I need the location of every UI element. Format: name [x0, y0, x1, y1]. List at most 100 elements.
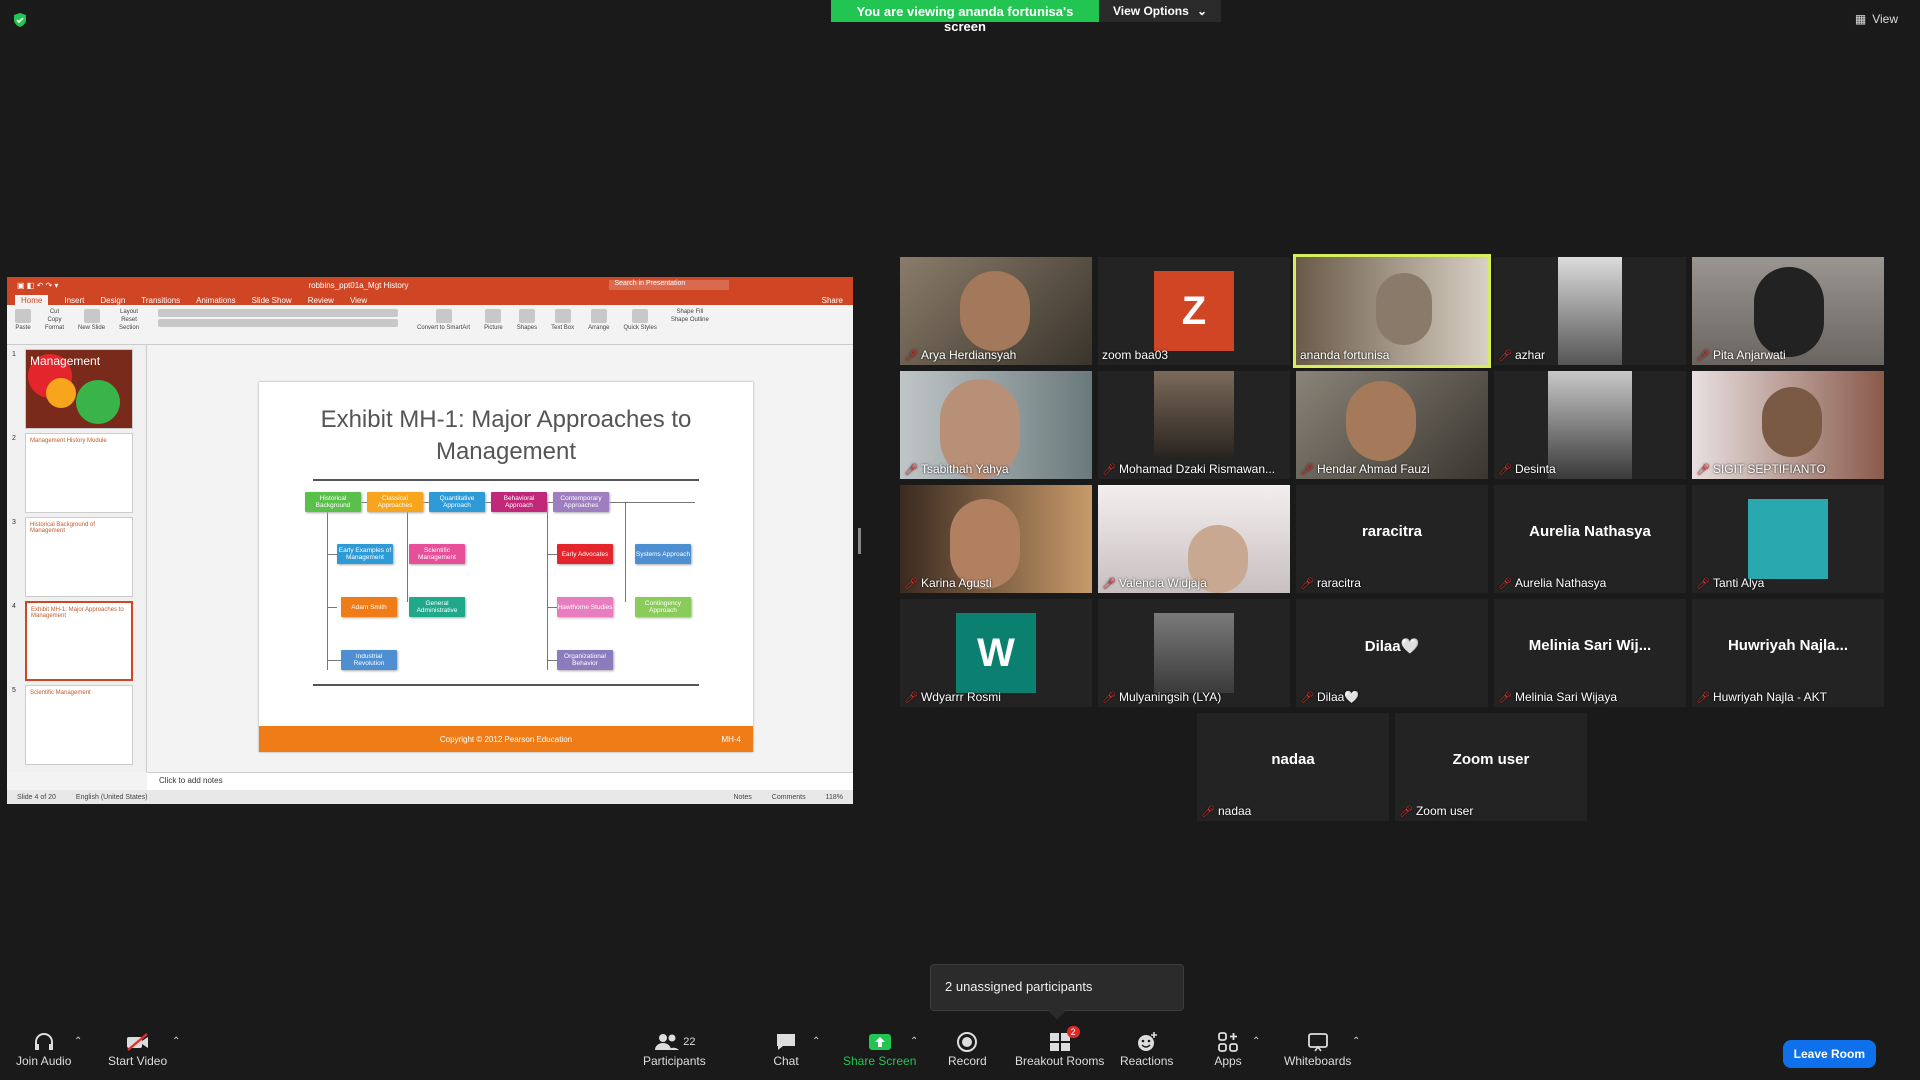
- record-button[interactable]: Record: [948, 1030, 987, 1068]
- muted-mic-icon: 🎤︎: [1498, 577, 1512, 590]
- box-historical-background: Historical Background: [305, 492, 361, 512]
- whiteboard-options-caret[interactable]: ⌃: [1352, 1036, 1360, 1047]
- join-audio-label: Join Audio: [16, 1054, 72, 1068]
- box-behavioral-approach: Behavioral Approach: [491, 492, 547, 512]
- participant-tile[interactable]: 🎤︎ azhar: [1494, 257, 1686, 365]
- slide-thumb-5: Scientific Management: [25, 685, 133, 765]
- participant-tile[interactable]: 🎤︎ Desinta: [1494, 371, 1686, 479]
- splitter-handle[interactable]: [858, 528, 861, 554]
- share-screen-label: Share Screen: [843, 1054, 917, 1068]
- muted-mic-icon: 🎤︎: [1300, 577, 1314, 590]
- participant-tile[interactable]: Z zoom baa03: [1098, 257, 1290, 365]
- security-shield-icon[interactable]: [12, 12, 28, 28]
- avatar: Z: [1154, 271, 1234, 351]
- view-layout-button[interactable]: ▦ View: [1855, 12, 1898, 26]
- participants-button[interactable]: 22 Participants: [643, 1030, 706, 1068]
- participant-tile[interactable]: 🎤︎ Mohamad Dzaki Rismawan...: [1098, 371, 1290, 479]
- share-screen-icon: [866, 1030, 894, 1054]
- ppt-smartart-tool: Convert to SmartArt: [417, 309, 470, 340]
- share-options-caret[interactable]: ⌃: [910, 1036, 918, 1047]
- participant-tile[interactable]: nadaa 🎤︎ nadaa: [1197, 713, 1389, 821]
- comments-toggle: Comments: [771, 793, 806, 801]
- share-screen-button[interactable]: Share Screen: [843, 1030, 916, 1068]
- ppt-picture-tool: Picture: [484, 309, 503, 340]
- ppt-font-tools: [153, 309, 403, 340]
- box-general-administrative: General Administrative: [409, 597, 465, 617]
- muted-mic-icon: 🎤︎: [1498, 349, 1512, 362]
- slide-thumb-2: Management History Module: [25, 433, 133, 513]
- participant-name: Mulyaningsih (LYA): [1118, 690, 1222, 704]
- audio-options-caret[interactable]: ⌃: [74, 1036, 82, 1047]
- muted-mic-icon: 🎤︎: [1696, 577, 1710, 590]
- ppt-arrange-tool: Arrange: [588, 309, 609, 340]
- chat-options-caret[interactable]: ⌃: [812, 1036, 820, 1047]
- participant-tile[interactable]: raracitra 🎤︎ raracitra: [1296, 485, 1488, 593]
- participant-name: Dilaa🤍: [1316, 690, 1360, 704]
- muted-mic-icon: 🎤︎: [1102, 463, 1116, 476]
- participant-tile[interactable]: 🎤︎ Tsabithah Yahya: [900, 371, 1092, 479]
- ppt-ribbon: Paste Cut Copy Format New Slide Layout Rese…: [7, 305, 853, 345]
- box-classical-approaches: Classical Approaches: [367, 492, 423, 512]
- participant-tile[interactable]: W 🎤︎ Wdyarrr Rosmi: [900, 599, 1092, 707]
- participant-name: raracitra: [1316, 576, 1361, 590]
- avatar: [1154, 613, 1234, 693]
- participant-tile[interactable]: 🎤︎ Arya Herdiansyah: [900, 257, 1092, 365]
- breakout-rooms-button[interactable]: 2 Breakout Rooms: [1015, 1026, 1105, 1068]
- participant-name: ananda fortunisa: [1300, 348, 1390, 362]
- ppt-tab-view: View: [349, 296, 368, 305]
- ppt-quick-styles-tool: Quick Styles: [623, 309, 657, 340]
- apps-options-caret[interactable]: ⌃: [1252, 1036, 1260, 1047]
- whiteboards-button[interactable]: Whiteboards: [1284, 1030, 1351, 1068]
- participant-tile[interactable]: 🎤︎ Valencia Widjaja: [1098, 485, 1290, 593]
- leave-room-button[interactable]: Leave Room: [1782, 1040, 1876, 1068]
- muted-mic-icon: 🎤︎: [1102, 691, 1116, 704]
- participant-display-name: Aurelia Nathasya: [1529, 523, 1651, 540]
- reactions-icon: [1133, 1030, 1161, 1054]
- muted-mic-icon: 🎤︎: [1696, 463, 1710, 476]
- participant-name: Desinta: [1514, 462, 1556, 476]
- video-options-caret[interactable]: ⌃: [172, 1036, 180, 1047]
- participant-tile[interactable]: 🎤︎ Tanti Alya: [1692, 485, 1884, 593]
- join-audio-button[interactable]: Join Audio: [16, 1030, 71, 1068]
- avatar: W: [956, 613, 1036, 693]
- ppt-new-slide-tool: New Slide: [78, 309, 105, 340]
- reactions-button[interactable]: Reactions: [1120, 1030, 1173, 1068]
- muted-mic-icon: 🎤︎: [904, 463, 918, 476]
- participant-tile[interactable]: Melinia Sari Wij... 🎤︎ Melinia Sari Wijay…: [1494, 599, 1686, 707]
- participant-tile[interactable]: 🎤︎ Mulyaningsih (LYA): [1098, 599, 1290, 707]
- box-contingency-approach: Contingency Approach: [635, 597, 691, 617]
- view-options-button[interactable]: View Options ⌄: [1099, 0, 1221, 22]
- ppt-quick-access-icons: ▣ ◧ ↶ ↷ ▾: [17, 280, 59, 290]
- participant-tile[interactable]: Huwriyah Najla... 🎤︎ Huwriyah Najla - AKT: [1692, 599, 1884, 707]
- participant-tile[interactable]: 🎤︎ Karina Agusti: [900, 485, 1092, 593]
- breakout-rooms-label: Breakout Rooms: [1015, 1054, 1105, 1068]
- participant-tile[interactable]: Zoom user 🎤︎ Zoom user: [1395, 713, 1587, 821]
- participant-name: Aurelia Nathasya: [1514, 576, 1607, 590]
- participant-tile[interactable]: 🎤︎ Hendar Ahmad Fauzi: [1296, 371, 1488, 479]
- box-industrial-revolution: Industrial Revolution: [341, 650, 397, 670]
- slide-thumb-1: Management: [25, 349, 133, 429]
- muted-mic-icon: 🎤︎: [904, 691, 918, 704]
- connector: [547, 502, 548, 670]
- participant-tile-active-speaker[interactable]: ananda fortunisa: [1293, 254, 1491, 368]
- apps-label: Apps: [1214, 1054, 1242, 1068]
- box-systems-approach: Systems Approach: [635, 544, 691, 564]
- start-video-button[interactable]: Start Video: [108, 1030, 167, 1068]
- participant-tile[interactable]: 🎤︎ Pita Anjarwati: [1692, 257, 1884, 365]
- ppt-tab-animations: Animations: [196, 296, 236, 305]
- participant-name: Melinia Sari Wijaya: [1514, 690, 1617, 704]
- participant-name: Hendar Ahmad Fauzi: [1316, 462, 1430, 476]
- participant-tile[interactable]: 🎤︎ SIGIT SEPTIFIANTO: [1692, 371, 1884, 479]
- shared-screen: ▣ ◧ ↶ ↷ ▾ robbins_ppt01a_Mgt History Sea…: [7, 277, 853, 804]
- chat-button[interactable]: Chat: [772, 1030, 800, 1068]
- thumb-number: 3: [12, 519, 16, 526]
- participant-tile[interactable]: Aurelia Nathasya 🎤︎ Aurelia Nathasya: [1494, 485, 1686, 593]
- participant-name: nadaa: [1217, 804, 1252, 818]
- muted-mic-icon: 🎤︎: [1498, 463, 1512, 476]
- headphones-icon: [30, 1030, 58, 1054]
- participant-tile[interactable]: Dilaa🤍 🎤︎ Dilaa🤍: [1296, 599, 1488, 707]
- ppt-tab-design: Design: [100, 296, 126, 305]
- ppt-status-bar: Slide 4 of 20 English (United States) No…: [7, 790, 853, 804]
- apps-button[interactable]: Apps: [1214, 1030, 1242, 1068]
- slide-page-number: MH-4: [721, 734, 741, 744]
